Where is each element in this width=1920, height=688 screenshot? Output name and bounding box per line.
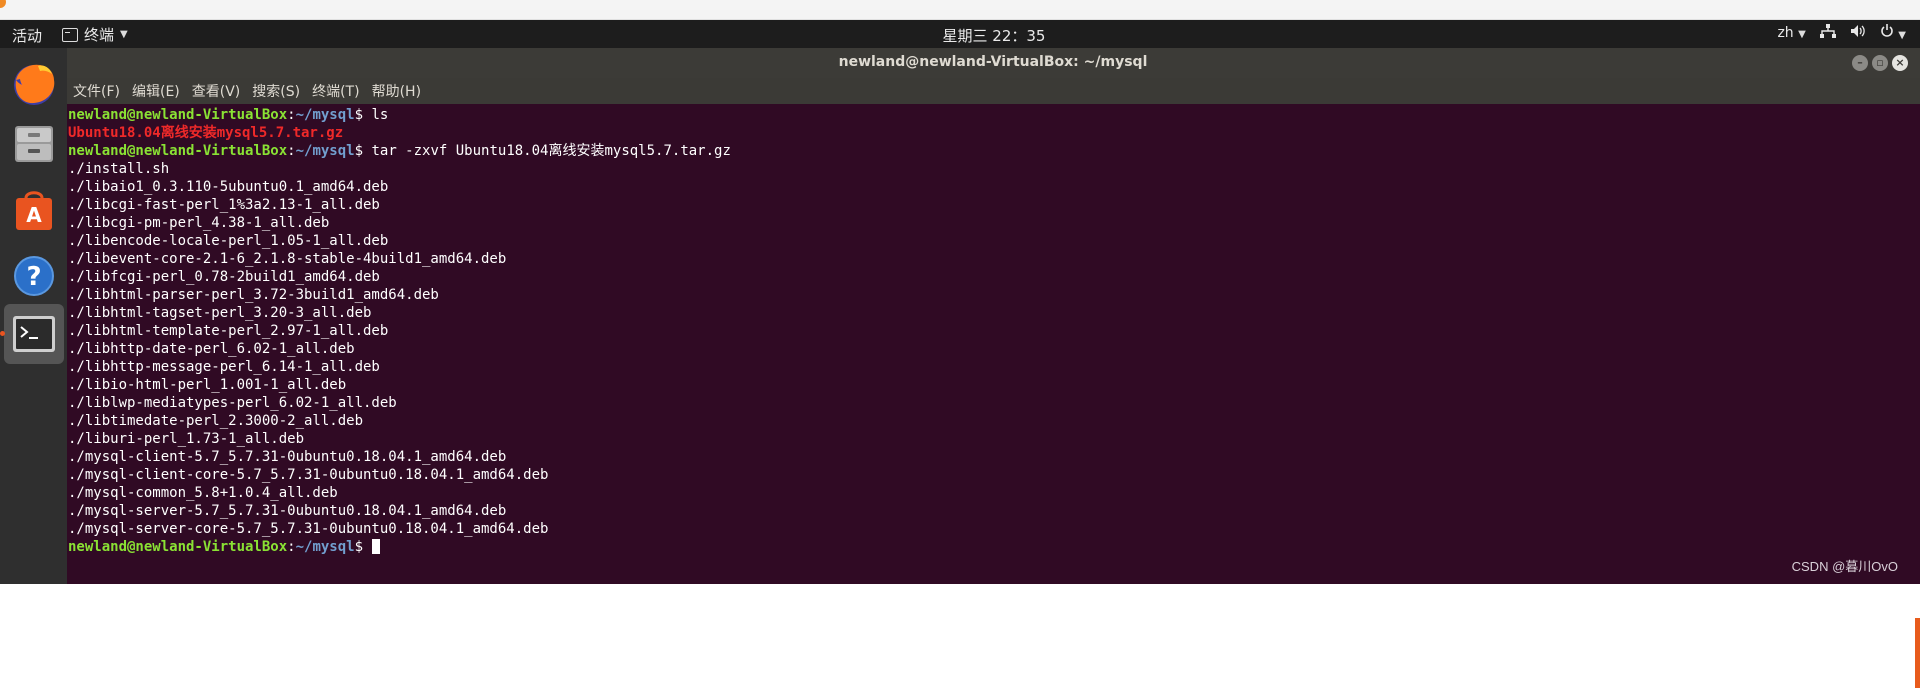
chevron-down-icon: ▼	[1898, 30, 1906, 41]
volume-icon[interactable]	[1850, 24, 1866, 42]
running-indicator	[0, 331, 5, 336]
output-file-line: ./mysql-server-core-5.7_5.7.31-0ubuntu0.…	[68, 521, 549, 537]
menu-terminal[interactable]: 终端(T)	[312, 81, 359, 101]
dock-item-software[interactable]: A	[4, 180, 64, 240]
output-file-line: ./libfcgi-perl_0.78-2build1_amd64.deb	[68, 269, 380, 285]
output-file-line: ./liburi-perl_1.73-1_all.deb	[68, 431, 305, 447]
system-tray: zh ▼ ▼	[1777, 24, 1906, 42]
csdn-watermark: CSDN @暮川OvO	[1791, 559, 1898, 574]
menu-search[interactable]: 搜索(S)	[252, 81, 300, 101]
dock-item-files[interactable]	[4, 114, 64, 174]
svg-text:A: A	[26, 203, 42, 227]
output-file-line: ./mysql-server-5.7_5.7.31-0ubuntu0.18.04…	[68, 503, 507, 519]
output-file-line: ./libhttp-message-perl_6.14-1_all.deb	[68, 359, 380, 375]
window-top-strip	[0, 0, 1920, 20]
output-file-line: ./libhttp-date-perl_6.02-1_all.deb	[68, 341, 355, 357]
window-titlebar[interactable]: newland@newland-VirtualBox: ~/mysql – ▫ …	[67, 48, 1920, 78]
prompt-user: newland@newland-VirtualBox	[68, 539, 288, 555]
menu-file[interactable]: 文件(F)	[73, 81, 120, 101]
close-button[interactable]: ×	[1892, 55, 1908, 71]
dock-item-firefox[interactable]	[4, 54, 64, 114]
ls-output-archive: Ubuntu18.04离线安装mysql5.7.tar.gz	[68, 125, 344, 141]
prompt-path: ~/mysql	[295, 107, 355, 123]
output-file-line: ./mysql-client-5.7_5.7.31-0ubuntu0.18.04…	[68, 449, 507, 465]
menu-edit[interactable]: 编辑(E)	[132, 81, 180, 101]
power-icon	[1881, 24, 1893, 37]
output-file-line: ./liblwp-mediatypes-perl_6.02-1_all.deb	[68, 395, 397, 411]
chevron-down-icon: ▼	[1798, 29, 1806, 40]
prompt-user: newland@newland-VirtualBox	[68, 143, 288, 159]
terminal-line-prompt: newland@newland-VirtualBox:~/mysql$ ls	[68, 107, 389, 123]
output-file-line: ./libhtml-parser-perl_3.72-3build1_amd64…	[68, 287, 439, 303]
menu-view[interactable]: 查看(V)	[192, 81, 241, 101]
output-file-line: ./install.sh	[68, 161, 170, 177]
gnome-top-bar: 活动 终端 ▼ 星期三 22：35 zh ▼ ▼	[0, 20, 1920, 48]
power-menu-button[interactable]: ▼	[1880, 24, 1906, 42]
window-title: newland@newland-VirtualBox: ~/mysql	[838, 54, 1148, 70]
prompt-path: ~/mysql	[295, 539, 355, 555]
input-method-label: zh	[1777, 25, 1794, 41]
output-file-line: ./libcgi-pm-perl_4.38-1_all.deb	[68, 215, 330, 231]
terminal-line-prompt: newland@newland-VirtualBox:~/mysql$ tar …	[68, 143, 731, 159]
window-controls: – ▫ ×	[1852, 55, 1908, 71]
terminal-icon	[13, 316, 55, 352]
prompt-user: newland@newland-VirtualBox	[68, 107, 288, 123]
files-icon	[15, 126, 53, 162]
terminal-output[interactable]: newland@newland-VirtualBox:~/mysql$ ls U…	[67, 104, 1920, 688]
scrollbar-accent[interactable]	[1915, 618, 1920, 688]
output-file-line: ./libcgi-fast-perl_1%3a2.13-1_all.deb	[68, 197, 380, 213]
output-file-line: ./libio-html-perl_1.001-1_all.deb	[68, 377, 347, 393]
help-icon: ?	[14, 256, 54, 296]
output-file-line: ./libaio1_0.3.110-5ubuntu0.1_amd64.deb	[68, 179, 389, 195]
dock: A ?	[0, 48, 67, 584]
output-file-line: ./mysql-client-core-5.7_5.7.31-0ubuntu0.…	[68, 467, 549, 483]
command-text: ls	[371, 107, 389, 123]
software-center-icon: A	[16, 191, 52, 230]
output-file-line: ./libhtml-template-perl_2.97-1_all.deb	[68, 323, 389, 339]
maximize-button[interactable]: ▫	[1872, 55, 1888, 71]
minimize-button[interactable]: –	[1852, 55, 1868, 71]
firefox-icon	[14, 64, 55, 105]
output-file-line: ./libtimedate-perl_2.3000-2_all.deb	[68, 413, 364, 429]
clock[interactable]: 星期三 22：35	[0, 25, 1920, 46]
output-file-line: ./libhtml-tagset-perl_3.20-3_all.deb	[68, 305, 372, 321]
orange-dot	[0, 0, 6, 8]
dock-item-terminal[interactable]	[4, 304, 64, 364]
dock-item-help[interactable]: ?	[4, 246, 64, 306]
terminal-line-prompt: newland@newland-VirtualBox:~/mysql$	[68, 538, 1920, 556]
prompt-path: ~/mysql	[295, 143, 355, 159]
output-file-line: ./mysql-common_5.8+1.0.4_all.deb	[68, 485, 338, 501]
menubar: 文件(F) 编辑(E) 查看(V) 搜索(S) 终端(T) 帮助(H)	[67, 78, 1920, 104]
command-text: tar -zxvf Ubuntu18.04离线安装mysql5.7.tar.gz	[371, 143, 731, 159]
network-icon[interactable]	[1819, 24, 1836, 42]
text-cursor	[372, 539, 381, 554]
menu-help[interactable]: 帮助(H)	[372, 81, 421, 101]
input-method-button[interactable]: zh ▼	[1777, 25, 1805, 41]
output-file-line: ./libencode-locale-perl_1.05-1_all.deb	[68, 233, 389, 249]
svg-text:?: ?	[26, 262, 41, 292]
output-file-line: ./libevent-core-2.1-6_2.1.8-stable-4buil…	[68, 251, 507, 267]
